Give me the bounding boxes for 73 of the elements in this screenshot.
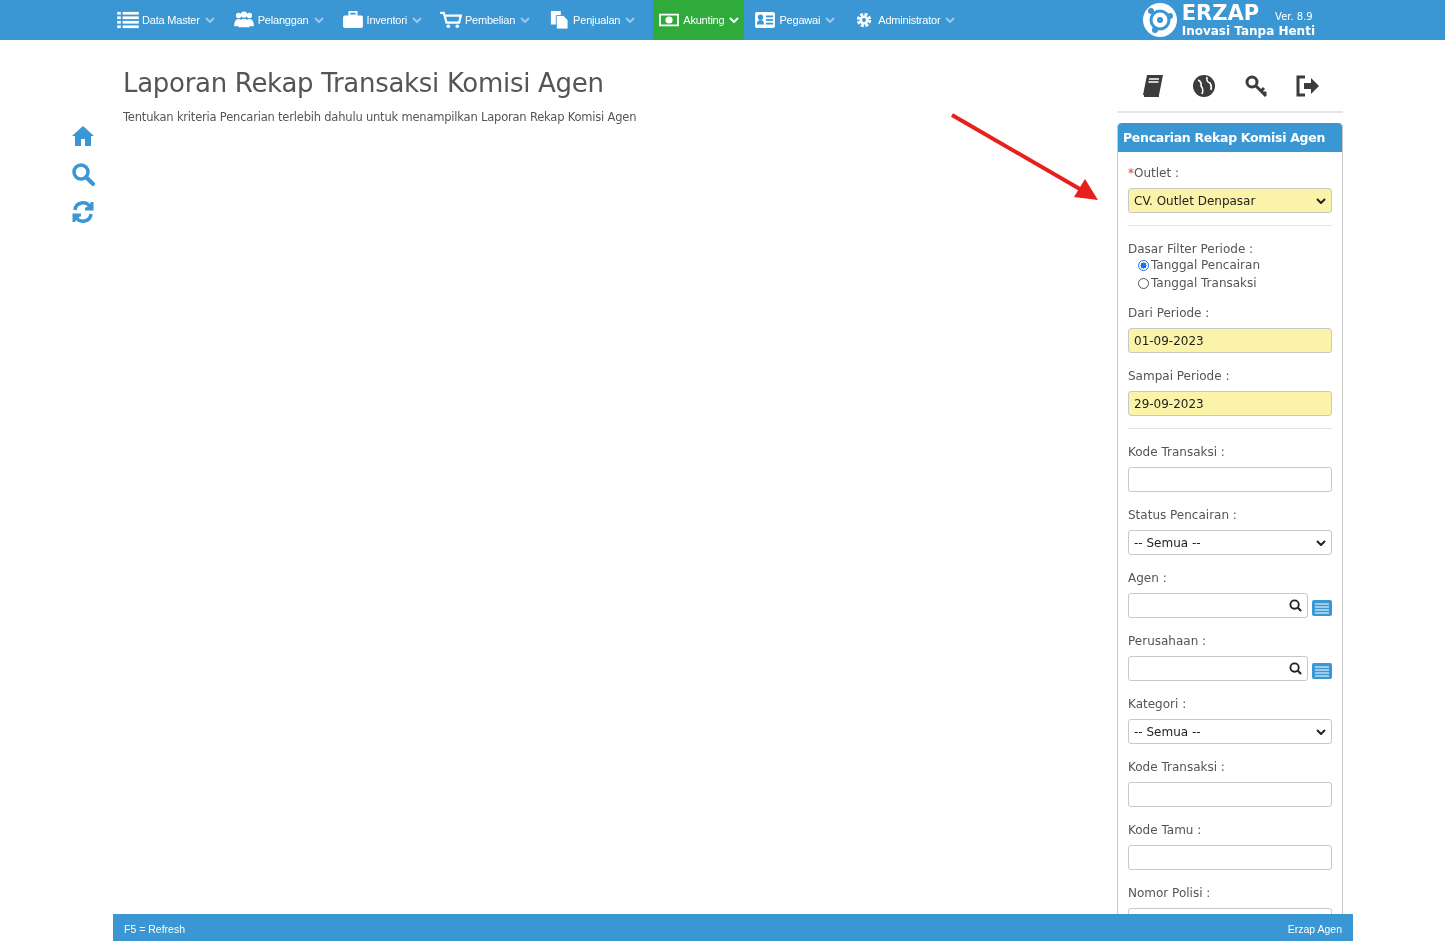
field-label: Status Pencairan : xyxy=(1128,508,1238,522)
logout-icon xyxy=(1295,74,1320,98)
field-label: Kode Transaksi : xyxy=(1128,760,1226,774)
briefcase-icon xyxy=(341,11,364,29)
radio-option[interactable]: Tanggal Pencairan xyxy=(1138,258,1332,272)
list-icon[interactable] xyxy=(1312,662,1332,679)
refresh-button[interactable] xyxy=(71,200,95,226)
menu-item[interactable]: Pelanggan xyxy=(232,0,332,40)
radio-option[interactable]: Tanggal Transaksi xyxy=(1138,276,1332,290)
menu-item[interactable]: Pembelian xyxy=(439,0,539,40)
id-card-icon xyxy=(754,11,777,29)
document-icon xyxy=(548,11,571,29)
menu-item[interactable]: Administrator xyxy=(853,0,964,40)
chevron-down-icon xyxy=(1316,728,1326,735)
radio-button[interactable] xyxy=(1138,259,1149,271)
version-label: Ver. 8.9 xyxy=(1275,11,1313,22)
field-label: Kategori : xyxy=(1128,697,1188,711)
brand-name: ERZAP xyxy=(1181,2,1260,24)
field-label: Outlet : xyxy=(1134,166,1180,180)
menu-item[interactable]: Inventori xyxy=(341,0,430,40)
chevron-down-icon xyxy=(825,17,836,23)
menu-item[interactable]: Akunting xyxy=(653,0,745,40)
input-field[interactable] xyxy=(1128,845,1332,870)
search-icon xyxy=(1289,599,1302,612)
field-label: Nomor Polisi : xyxy=(1128,886,1212,900)
brand-tagline: Inovasi Tanpa Henti xyxy=(1181,24,1315,38)
chevron-down-icon xyxy=(625,17,636,23)
field-label: Sampai Periode : xyxy=(1128,369,1231,383)
panel-title: Pencarian Rekap Komisi Agen xyxy=(1118,123,1342,152)
banknote-icon xyxy=(658,11,681,29)
input-field[interactable]: 29-09-2023 xyxy=(1128,391,1332,416)
menu-item[interactable]: Penjualan xyxy=(548,0,644,40)
chevron-down-icon xyxy=(729,17,740,23)
input-field[interactable] xyxy=(1128,467,1332,492)
input-field[interactable] xyxy=(1128,782,1332,807)
field-label: Kode Tamu : xyxy=(1128,823,1203,837)
list-icon xyxy=(117,11,139,29)
key-icon xyxy=(1243,74,1268,98)
dropdown[interactable]: -- Semua -- xyxy=(1128,530,1332,555)
chevron-down-icon xyxy=(945,17,956,23)
chevron-down-icon xyxy=(520,17,531,23)
search-field[interactable] xyxy=(1128,656,1308,681)
dropdown[interactable]: CV. Outlet Denpasar xyxy=(1128,188,1332,213)
chevron-down-icon xyxy=(1316,539,1326,546)
chevron-down-icon xyxy=(313,17,324,23)
users-icon xyxy=(232,11,255,29)
chevron-down-icon xyxy=(1316,197,1326,204)
book-icon xyxy=(1140,74,1165,98)
chevron-down-icon xyxy=(411,17,422,23)
field-label: Perusahaan : xyxy=(1128,634,1208,648)
field-label: Kode Transaksi : xyxy=(1128,445,1226,459)
field-label: Agen : xyxy=(1128,571,1168,585)
field-label: Dasar Filter Periode : xyxy=(1128,242,1255,256)
globe-icon xyxy=(1192,74,1217,98)
page-title: Laporan Rekap Transaksi Komisi Agen xyxy=(123,68,605,98)
search-field[interactable] xyxy=(1128,593,1308,618)
home-icon xyxy=(71,124,95,148)
search-icon xyxy=(71,162,95,186)
list-icon[interactable] xyxy=(1312,599,1332,616)
search-icon xyxy=(1289,662,1302,675)
search-button[interactable] xyxy=(71,162,95,188)
status-text: F5 = Refresh xyxy=(124,922,185,935)
status-text: Erzap Agen xyxy=(1287,922,1342,935)
refresh-icon xyxy=(71,200,95,224)
input-field[interactable]: 01-09-2023 xyxy=(1128,328,1332,353)
field-label: Dari Periode : xyxy=(1128,306,1211,320)
menu-item[interactable]: Data Master xyxy=(117,0,223,40)
dropdown[interactable]: -- Semua -- xyxy=(1128,719,1332,744)
required-mark: * xyxy=(1128,166,1134,182)
cart-icon xyxy=(439,11,462,29)
menu-item[interactable]: Pegawai xyxy=(754,0,844,40)
chevron-down-icon xyxy=(204,17,215,23)
page-subtitle: Tentukan kriteria Pencarian terlebih dahulu untuk menampilkan Laporan Rekap Komisi Agen xyxy=(123,110,638,124)
